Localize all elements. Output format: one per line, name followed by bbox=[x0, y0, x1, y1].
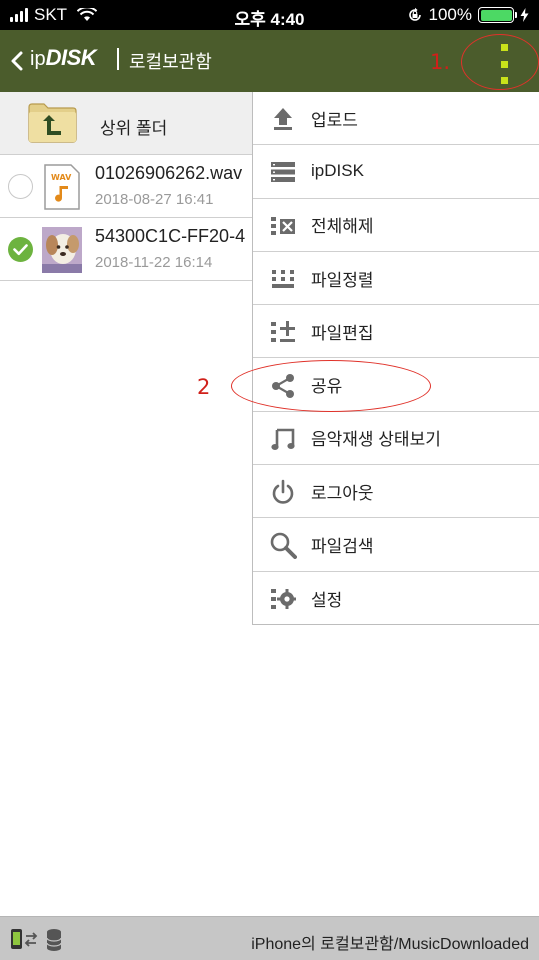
menu-item-ipdisk[interactable]: ipDISK bbox=[253, 145, 539, 199]
deselect-all-icon bbox=[271, 216, 295, 235]
battery-icon bbox=[478, 7, 517, 23]
search-icon bbox=[270, 533, 297, 560]
wav-file-icon: WAV bbox=[44, 164, 80, 210]
menu-item-logout[interactable]: 로그아웃 bbox=[253, 465, 539, 519]
server-icon bbox=[271, 162, 295, 183]
music-note-icon bbox=[271, 428, 295, 450]
folder-up-icon bbox=[28, 103, 77, 143]
app-logo[interactable]: ipDISK bbox=[30, 45, 97, 71]
file-date: 2018-11-22 16:14 bbox=[95, 254, 213, 271]
orientation-lock-icon bbox=[408, 7, 421, 21]
edit-list-icon bbox=[271, 321, 295, 343]
power-icon bbox=[272, 479, 294, 504]
annotation-step-1: 1. bbox=[430, 50, 451, 74]
select-checkbox-checked[interactable] bbox=[8, 237, 33, 262]
file-date: 2018-08-27 16:41 bbox=[95, 191, 214, 208]
menu-item-label: 설정 bbox=[311, 590, 343, 610]
select-checkbox[interactable] bbox=[8, 174, 33, 199]
annotation-ellipse-1 bbox=[461, 34, 539, 90]
up-folder-label: 상위 폴더 bbox=[100, 119, 168, 138]
current-path: iPhone의 로컬보관함/MusicDownloaded bbox=[251, 936, 529, 953]
overflow-menu: 업로드 ipDISK 전체해제 파일정렬 파일편집 공유 음악재생 상태보기 로… bbox=[252, 92, 539, 625]
menu-item-settings[interactable]: 설정 bbox=[253, 572, 539, 625]
up-folder-row[interactable]: 상위 폴더 bbox=[0, 92, 252, 155]
logo-name: DISK bbox=[45, 45, 97, 70]
charging-bolt-icon bbox=[520, 8, 529, 22]
svg-text:WAV: WAV bbox=[51, 173, 72, 182]
file-name: 01026906262.wav bbox=[95, 163, 243, 183]
menu-item-label: 로그아웃 bbox=[311, 483, 374, 503]
menu-item-label: 음악재생 상태보기 bbox=[311, 430, 441, 450]
title-divider bbox=[117, 48, 119, 70]
annotation-step-2: 2 bbox=[197, 375, 211, 399]
battery-percent: 100% bbox=[428, 5, 472, 24]
menu-item-upload[interactable]: 업로드 bbox=[253, 92, 539, 146]
annotation-ellipse-2 bbox=[231, 360, 431, 412]
checkmark-icon bbox=[13, 244, 28, 256]
menu-item-deselect-all[interactable]: 전체해제 bbox=[253, 199, 539, 252]
menu-item-label: 파일검색 bbox=[311, 537, 374, 557]
nav-bar: ipDISK 로컬보관함 bbox=[0, 30, 539, 92]
photo-thumbnail bbox=[42, 227, 82, 273]
file-row[interactable]: 54300C1C-FF20-4 2018-11-22 16:14 bbox=[0, 218, 252, 281]
menu-item-music-status[interactable]: 음악재생 상태보기 bbox=[253, 412, 539, 466]
menu-item-search[interactable]: 파일검색 bbox=[253, 518, 539, 572]
file-row[interactable]: WAV 01026906262.wav 2018-08-27 16:41 bbox=[0, 155, 252, 218]
sort-grid-icon bbox=[272, 269, 294, 288]
file-name: 54300C1C-FF20-4 bbox=[95, 226, 246, 246]
menu-item-label: ipDISK bbox=[311, 161, 364, 181]
logo-prefix: ip bbox=[30, 48, 46, 70]
bottom-status-bar: iPhone의 로컬보관함/MusicDownloaded bbox=[0, 916, 539, 960]
menu-item-sort[interactable]: 파일정렬 bbox=[253, 252, 539, 306]
menu-item-label: 파일편집 bbox=[311, 323, 374, 343]
menu-item-label: 파일정렬 bbox=[311, 270, 374, 290]
page-title: 로컬보관함 bbox=[129, 52, 212, 72]
menu-item-label: 전체해제 bbox=[311, 217, 374, 237]
menu-item-edit[interactable]: 파일편집 bbox=[253, 305, 539, 359]
menu-item-label: 업로드 bbox=[311, 110, 358, 130]
settings-icon bbox=[271, 588, 296, 609]
status-right: 100% bbox=[407, 5, 529, 25]
sync-status-icon bbox=[11, 929, 62, 951]
upload-icon bbox=[274, 108, 292, 130]
status-bar: SKT 오후 4:40 100% bbox=[0, 0, 539, 30]
